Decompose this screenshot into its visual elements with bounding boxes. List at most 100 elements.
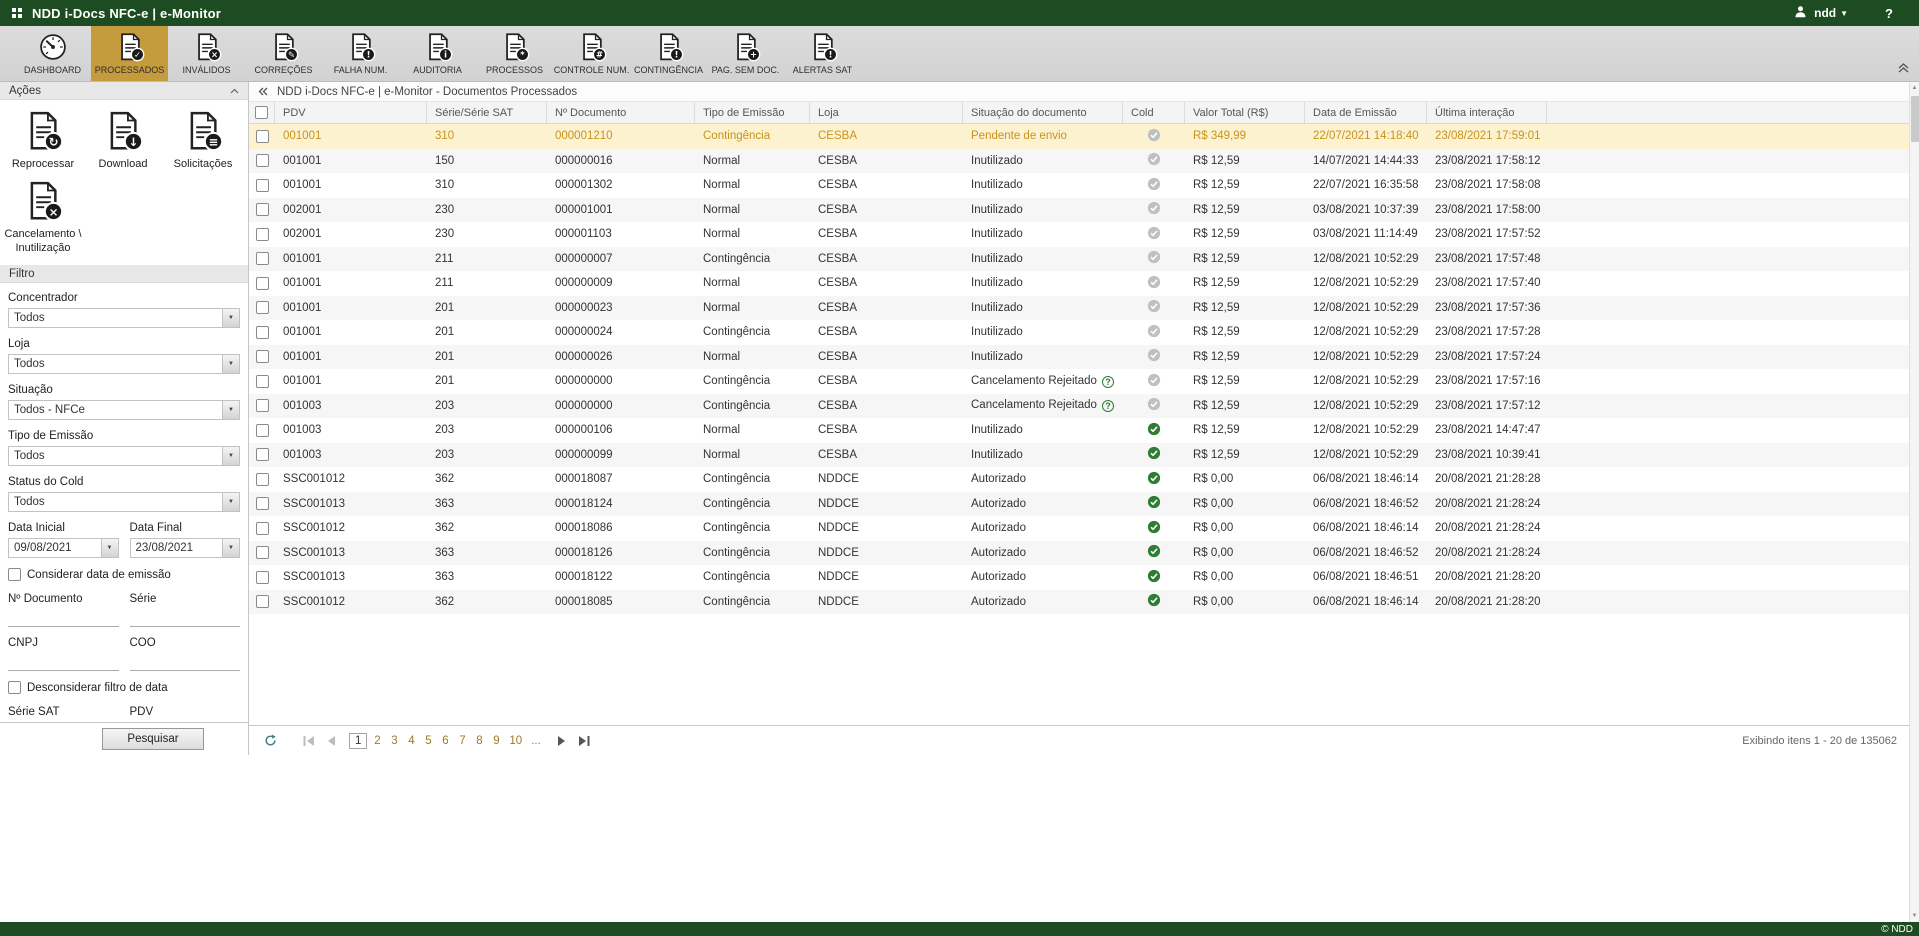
page-5-button[interactable]: 5 bbox=[421, 733, 435, 749]
row-checkbox[interactable] bbox=[256, 350, 269, 363]
column-header-serie-serie-sat[interactable]: Série/Série SAT bbox=[427, 102, 547, 123]
row-checkbox[interactable] bbox=[256, 546, 269, 559]
table-row[interactable]: SSC001013363000018122ContingênciaNDDCEAu… bbox=[249, 565, 1909, 590]
column-header-ultima-interacao[interactable]: Última interação bbox=[1427, 102, 1547, 123]
row-checkbox[interactable] bbox=[256, 595, 269, 608]
row-checkbox[interactable] bbox=[256, 375, 269, 388]
action-reprocessar-button[interactable]: ↻Reprocessar bbox=[3, 110, 83, 172]
status-do-cold-select[interactable]: Todos▼ bbox=[8, 492, 240, 512]
page-3-button[interactable]: 3 bbox=[387, 733, 401, 749]
toolbar-item-auditoria[interactable]: iAUDITORIA bbox=[399, 26, 476, 81]
table-row[interactable]: 001001211000000007ContingênciaCESBAInuti… bbox=[249, 247, 1909, 272]
table-row[interactable]: 001001201000000026NormalCESBAInutilizado… bbox=[249, 345, 1909, 370]
info-icon[interactable]: ? bbox=[1102, 400, 1114, 412]
scrollbar-thumb[interactable] bbox=[1911, 96, 1919, 142]
table-row[interactable]: SSC001012362000018087ContingênciaNDDCEAu… bbox=[249, 467, 1909, 492]
row-checkbox[interactable] bbox=[256, 203, 269, 216]
table-row[interactable]: SSC001013363000018124ContingênciaNDDCEAu… bbox=[249, 492, 1909, 517]
select-all-checkbox[interactable] bbox=[255, 106, 268, 119]
column-header-pdv[interactable]: PDV bbox=[275, 102, 427, 123]
cnpj-input[interactable] bbox=[8, 653, 119, 671]
page-9-button[interactable]: 9 bbox=[489, 733, 503, 749]
row-checkbox[interactable] bbox=[256, 154, 269, 167]
user-menu[interactable]: ndd ▼ bbox=[1814, 6, 1848, 20]
row-checkbox[interactable] bbox=[256, 522, 269, 535]
table-row[interactable]: 002001230000001001NormalCESBAInutilizado… bbox=[249, 198, 1909, 223]
row-checkbox[interactable] bbox=[256, 228, 269, 241]
prev-page-icon[interactable] bbox=[324, 736, 339, 746]
row-checkbox[interactable] bbox=[256, 179, 269, 192]
table-row[interactable]: SSC001013363000018126ContingênciaNDDCEAu… bbox=[249, 541, 1909, 566]
first-page-icon[interactable] bbox=[300, 736, 318, 746]
table-row[interactable]: SSC001012362000018085ContingênciaNDDCEAu… bbox=[249, 590, 1909, 615]
scroll-down-icon[interactable]: ▼ bbox=[1912, 910, 1918, 922]
table-row[interactable]: 001001150000000016NormalCESBAInutilizado… bbox=[249, 149, 1909, 174]
column-header-situacao-do-documento[interactable]: Situação do documento bbox=[963, 102, 1123, 123]
page-7-button[interactable]: 7 bbox=[455, 733, 469, 749]
page-10-button[interactable]: 10 bbox=[506, 733, 525, 749]
refresh-icon[interactable] bbox=[261, 734, 280, 747]
data-inicial-select[interactable]: 09/08/2021 ▼ bbox=[8, 538, 119, 558]
toolbar-item-dashboard[interactable]: DASHBOARD bbox=[14, 26, 91, 81]
help-icon[interactable]: ? bbox=[1885, 6, 1893, 21]
collapse-panel-icon[interactable] bbox=[258, 87, 268, 96]
page-6-button[interactable]: 6 bbox=[438, 733, 452, 749]
page-2-button[interactable]: 2 bbox=[370, 733, 384, 749]
row-checkbox[interactable] bbox=[256, 571, 269, 584]
row-checkbox[interactable] bbox=[256, 252, 269, 265]
column-header-n-documento[interactable]: Nº Documento bbox=[547, 102, 695, 123]
row-checkbox[interactable] bbox=[256, 497, 269, 510]
page-8-button[interactable]: 8 bbox=[472, 733, 486, 749]
coo-input[interactable] bbox=[130, 653, 241, 671]
loja-select[interactable]: Todos▼ bbox=[8, 354, 240, 374]
table-row[interactable]: 001001201000000000ContingênciaCESBACance… bbox=[249, 369, 1909, 394]
row-checkbox[interactable] bbox=[256, 301, 269, 314]
toolbar-item-correcoes[interactable]: ✎CORREÇÕES bbox=[245, 26, 322, 81]
app-grid-icon[interactable] bbox=[12, 8, 22, 18]
column-header-valor-total-r[interactable]: Valor Total (R$) bbox=[1185, 102, 1305, 123]
data-final-select[interactable]: 23/08/2021 ▼ bbox=[130, 538, 241, 558]
table-row[interactable]: 001003203000000106NormalCESBAInutilizado… bbox=[249, 418, 1909, 443]
toolbar-item-contingencia[interactable]: !CONTINGÊNCIA bbox=[630, 26, 707, 81]
table-row[interactable]: 002001230000001103NormalCESBAInutilizado… bbox=[249, 222, 1909, 247]
row-checkbox[interactable] bbox=[256, 130, 269, 143]
column-header-tipo-de-emissao[interactable]: Tipo de Emissão bbox=[695, 102, 810, 123]
row-checkbox[interactable] bbox=[256, 448, 269, 461]
tipo-de-emissao-select[interactable]: Todos▼ bbox=[8, 446, 240, 466]
row-checkbox[interactable] bbox=[256, 277, 269, 290]
action-solicitacoes-button[interactable]: ≡Solicitações bbox=[163, 110, 243, 172]
table-row[interactable]: 001001211000000009NormalCESBAInutilizado… bbox=[249, 271, 1909, 296]
table-row[interactable]: SSC001012362000018086ContingênciaNDDCEAu… bbox=[249, 516, 1909, 541]
considerar-data-emissao-checkbox[interactable] bbox=[8, 568, 21, 581]
toolbar-item-alertas-sat[interactable]: !ALERTAS SAT bbox=[784, 26, 861, 81]
vertical-scrollbar[interactable]: ▲ ▼ bbox=[1909, 82, 1919, 922]
table-row[interactable]: 001003203000000000ContingênciaCESBACance… bbox=[249, 394, 1909, 419]
row-checkbox[interactable] bbox=[256, 326, 269, 339]
table-row[interactable]: 001001310000001302NormalCESBAInutilizado… bbox=[249, 173, 1909, 198]
next-page-icon[interactable] bbox=[554, 736, 569, 746]
desconsiderar-filtro-checkbox[interactable] bbox=[8, 681, 21, 694]
info-icon[interactable]: ? bbox=[1102, 376, 1114, 388]
toolbar-item-pag-sem-doc[interactable]: +PAG. SEM DOC. bbox=[707, 26, 784, 81]
page-4-button[interactable]: 4 bbox=[404, 733, 418, 749]
numero-documento-input[interactable] bbox=[8, 609, 119, 627]
serie-input[interactable] bbox=[130, 609, 241, 627]
table-row[interactable]: 001001310000001210ContingênciaCESBAPende… bbox=[249, 124, 1909, 149]
toolbar-item-invalidos[interactable]: ×INVÁLIDOS bbox=[168, 26, 245, 81]
page-1-button[interactable]: 1 bbox=[349, 733, 367, 749]
action-download-button[interactable]: ↓Download bbox=[83, 110, 163, 172]
action-cancelamento-inutilizacao-button[interactable]: ×Cancelamento \ Inutilização bbox=[3, 180, 83, 256]
column-header-cold[interactable]: Cold bbox=[1123, 102, 1185, 123]
ribbon-collapse-icon[interactable] bbox=[1898, 62, 1909, 76]
table-row[interactable]: 001001201000000024ContingênciaCESBAInuti… bbox=[249, 320, 1909, 345]
toolbar-item-processados[interactable]: ✓PROCESSADOS bbox=[91, 26, 168, 81]
scroll-up-icon[interactable]: ▲ bbox=[1912, 82, 1918, 94]
column-header-data-de-emissao[interactable]: Data de Emissão bbox=[1305, 102, 1427, 123]
toolbar-item-processos[interactable]: *PROCESSOS bbox=[476, 26, 553, 81]
concentrador-select[interactable]: Todos▼ bbox=[8, 308, 240, 328]
chevron-up-icon[interactable] bbox=[230, 85, 239, 97]
table-row[interactable]: 001003203000000099NormalCESBAInutilizado… bbox=[249, 443, 1909, 468]
last-page-icon[interactable] bbox=[575, 736, 593, 746]
row-checkbox[interactable] bbox=[256, 399, 269, 412]
toolbar-item-falha-num[interactable]: !FALHA NUM. bbox=[322, 26, 399, 81]
